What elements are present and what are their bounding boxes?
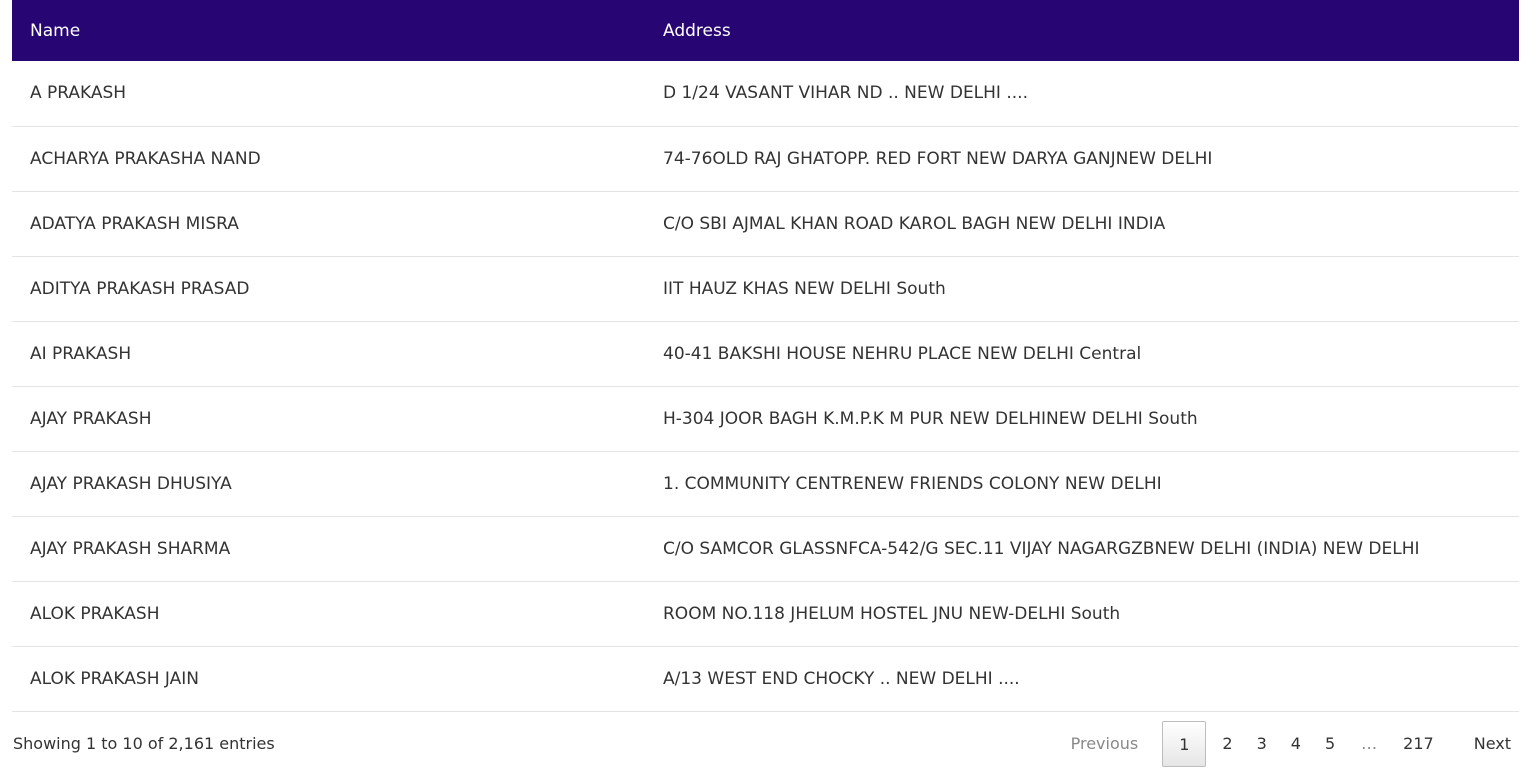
page-button-1[interactable]: 1: [1162, 721, 1207, 767]
table-row[interactable]: ADITYA PRAKASH PRASAD IIT HAUZ KHAS NEW D…: [12, 256, 1519, 321]
cell-address: 74-76OLD RAJ GHATOPP. RED FORT NEW DARYA…: [663, 148, 1213, 169]
table-row[interactable]: ALOK PRAKASH JAIN A/13 WEST END CHOCKY ..…: [12, 646, 1519, 711]
table-row[interactable]: AJAY PRAKASH SHARMA C/O SAMCOR GLASSNFCA-…: [12, 516, 1519, 581]
cell-address: 40-41 BAKSHI HOUSE NEHRU PLACE NEW DELHI…: [663, 343, 1142, 364]
table-row[interactable]: A PRAKASH D 1/24 VASANT VIHAR ND .. NEW D…: [12, 61, 1519, 126]
cell-name: AJAY PRAKASH DHUSIYA: [30, 473, 232, 494]
cell-name: ADATYA PRAKASH MISRA: [30, 213, 239, 234]
table-row[interactable]: ALOK PRAKASH ROOM NO.118 JHELUM HOSTEL JN…: [12, 581, 1519, 646]
next-page-button[interactable]: Next: [1462, 721, 1523, 767]
pagination-ellipsis: …: [1361, 734, 1378, 753]
table-row[interactable]: AJAY PRAKASH H-304 JOOR BAGH K.M.P.K M PU…: [12, 386, 1519, 451]
cell-name: ALOK PRAKASH: [30, 603, 160, 624]
previous-page-button[interactable]: Previous: [1059, 721, 1151, 767]
data-table: Name Address A PRAKASH D 1/24 VASANT VIHA…: [12, 0, 1519, 712]
cell-address: IIT HAUZ KHAS NEW DELHI South: [663, 278, 946, 299]
table-body: A PRAKASH D 1/24 VASANT VIHAR ND .. NEW D…: [12, 61, 1519, 711]
cell-address: D 1/24 VASANT VIHAR ND .. NEW DELHI ....: [663, 83, 1028, 104]
cell-name: AJAY PRAKASH: [30, 408, 152, 429]
cell-name: AJAY PRAKASH SHARMA: [30, 538, 231, 559]
cell-address: A/13 WEST END CHOCKY .. NEW DELHI ....: [663, 668, 1020, 689]
page-button-4[interactable]: 4: [1279, 721, 1313, 767]
cell-address: C/O SAMCOR GLASSNFCA-542/G SEC.11 VIJAY …: [663, 538, 1420, 559]
page-button-3[interactable]: 3: [1245, 721, 1279, 767]
entries-info: Showing 1 to 10 of 2,161 entries: [13, 734, 275, 753]
table-footer: Showing 1 to 10 of 2,161 entries Previou…: [13, 716, 1523, 768]
cell-address: H-304 JOOR BAGH K.M.P.K M PUR NEW DELHIN…: [663, 408, 1198, 429]
cell-address: C/O SBI AJMAL KHAN ROAD KAROL BAGH NEW D…: [663, 213, 1166, 234]
cell-name: ALOK PRAKASH JAIN: [30, 668, 199, 689]
cell-name: ADITYA PRAKASH PRASAD: [30, 278, 250, 299]
table-row[interactable]: AI PRAKASH 40-41 BAKSHI HOUSE NEHRU PLACE…: [12, 321, 1519, 386]
table-header: Name Address: [12, 0, 1519, 61]
pagination: Previous 1 2 3 4 5 … 217 Next: [1059, 720, 1523, 768]
table-row[interactable]: AJAY PRAKASH DHUSIYA 1. COMMUNITY CENTREN…: [12, 451, 1519, 516]
page-button-last[interactable]: 217: [1391, 721, 1446, 767]
table-row[interactable]: ADATYA PRAKASH MISRA C/O SBI AJMAL KHAN R…: [12, 191, 1519, 256]
data-table-container: Name Address A PRAKASH D 1/24 VASANT VIHA…: [12, 0, 1519, 712]
table-header-row: Name Address: [12, 0, 1519, 61]
cell-address: 1. COMMUNITY CENTRENEW FRIENDS COLONY NE…: [663, 473, 1162, 494]
table-row[interactable]: ACHARYA PRAKASHA NAND 74-76OLD RAJ GHATOP…: [12, 126, 1519, 191]
cell-name: A PRAKASH: [30, 83, 127, 104]
cell-name: ACHARYA PRAKASHA NAND: [30, 148, 261, 169]
cell-name: AI PRAKASH: [30, 343, 132, 364]
page-button-2[interactable]: 2: [1210, 721, 1244, 767]
cell-address: ROOM NO.118 JHELUM HOSTEL JNU NEW-DELHI …: [663, 603, 1121, 624]
column-header-name[interactable]: Name: [12, 0, 645, 61]
page-button-5[interactable]: 5: [1313, 721, 1347, 767]
column-header-address[interactable]: Address: [645, 0, 1519, 61]
